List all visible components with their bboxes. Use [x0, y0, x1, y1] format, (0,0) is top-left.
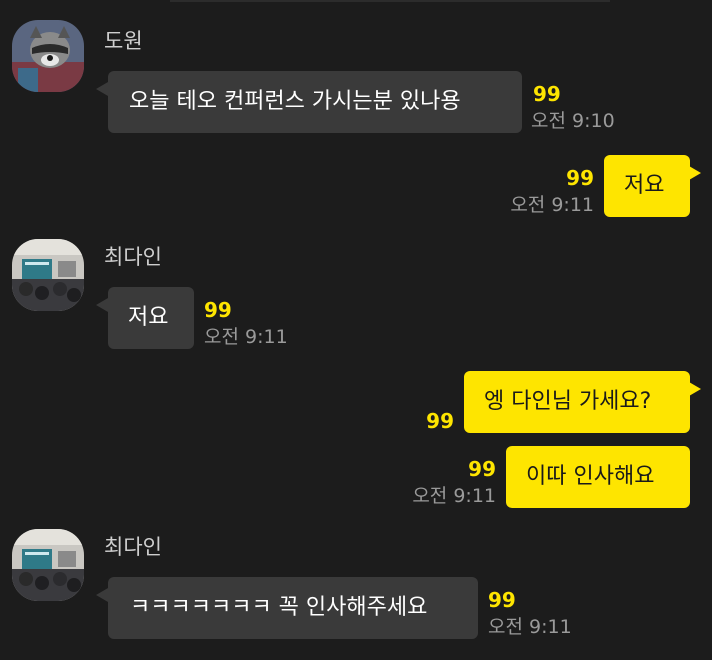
message-bubble[interactable]: 이따 인사해요: [506, 446, 690, 508]
message-time: 오전 9:11: [488, 616, 572, 638]
unread-count: 99: [488, 588, 516, 612]
sender-name: 도원: [104, 29, 143, 53]
message-time: 오전 9:11: [510, 194, 594, 216]
sender-name: 최다인: [104, 245, 162, 269]
avatar-choi-dain[interactable]: [12, 239, 84, 311]
bubble-tail: [96, 298, 108, 312]
unread-count: 99: [533, 82, 561, 106]
message-bubble[interactable]: 저요: [108, 287, 194, 349]
message-bubble[interactable]: 저요: [604, 155, 690, 217]
divider-line: [170, 0, 610, 2]
unread-count: 99: [204, 298, 232, 322]
message-bubble[interactable]: ㅋㅋㅋㅋㅋㅋㅋ 꼭 인사해주세요: [108, 577, 478, 639]
unread-count: 99: [468, 457, 496, 481]
message-time: 오전 9:10: [531, 110, 615, 132]
message-time: 오전 9:11: [412, 485, 496, 507]
message-bubble[interactable]: 엥 다인님 가세요?: [464, 371, 690, 433]
message-time: 오전 9:11: [204, 326, 288, 348]
bubble-tail: [689, 382, 701, 396]
bubble-tail: [96, 82, 108, 96]
bubble-tail: [96, 588, 108, 602]
unread-count: 99: [566, 166, 594, 190]
sender-name: 최다인: [104, 535, 162, 559]
avatar-choi-dain[interactable]: [12, 529, 84, 601]
bubble-tail: [689, 166, 701, 180]
message-bubble[interactable]: 오늘 테오 컨퍼런스 가시는분 있나용: [108, 71, 522, 133]
unread-count: 99: [426, 409, 454, 433]
avatar-dowon[interactable]: [12, 20, 84, 92]
